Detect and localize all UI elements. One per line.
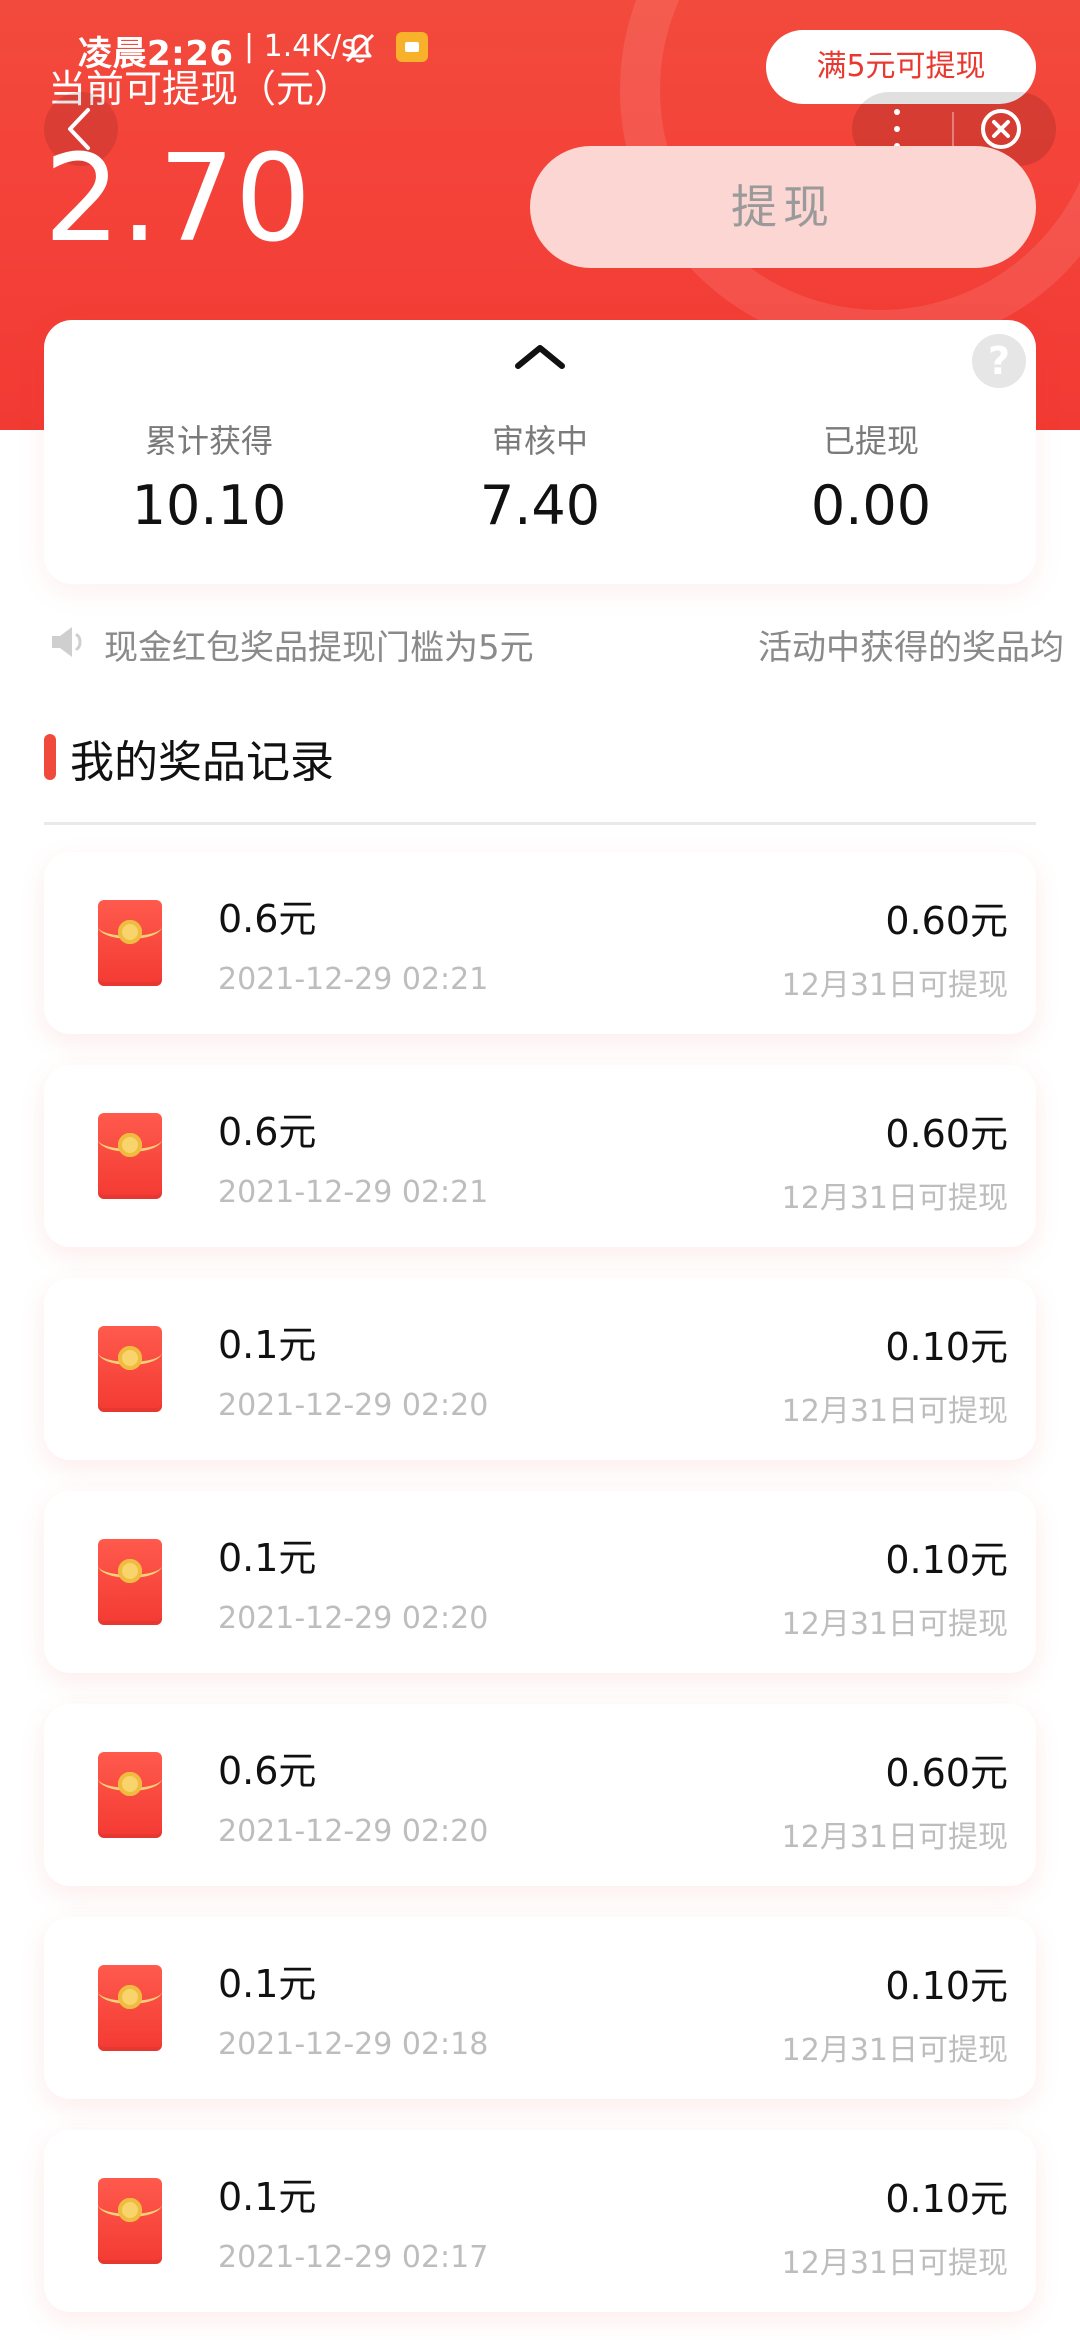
- record-amount: 0.10元: [885, 1538, 1008, 1582]
- record-time: 2021-12-29 02:21: [218, 962, 489, 997]
- stat-label: 累计获得: [144, 422, 273, 460]
- notice-marquee: 现金红包奖品提现门槛为5元 活动中获得的奖品均: [48, 614, 1080, 670]
- record-available-date: 12月31日可提现: [781, 2033, 1008, 2068]
- question-circle-icon[interactable]: ?: [972, 334, 1026, 388]
- stat-value: 7.40: [479, 474, 601, 537]
- record-item[interactable]: 0.1元 2021-12-29 02:17 0.10元 12月31日可提现: [44, 2130, 1036, 2312]
- record-item[interactable]: 0.1元 2021-12-29 02:18 0.10元 12月31日可提现: [44, 1917, 1036, 2099]
- stat-value: 10.10: [131, 474, 287, 537]
- summary-card: ? 累计获得 10.10 审核中 7.40 已提现 0.00: [44, 320, 1036, 584]
- section-divider: [44, 822, 1036, 825]
- stat-total-earned: 累计获得 10.10: [44, 416, 374, 537]
- message-icon: [396, 32, 428, 62]
- record-title: 0.1元: [218, 1323, 317, 1367]
- balance-amount: 2.70: [44, 130, 312, 269]
- withdraw-button[interactable]: 提现: [530, 146, 1036, 268]
- record-amount: 0.60元: [885, 1112, 1008, 1156]
- record-time: 2021-12-29 02:20: [218, 1388, 489, 1423]
- record-available-date: 12月31日可提现: [781, 1181, 1008, 1216]
- record-title: 0.1元: [218, 1962, 317, 2006]
- record-amount: 0.10元: [885, 2177, 1008, 2221]
- record-amount: 0.60元: [885, 1751, 1008, 1795]
- section-title: 我的奖品记录: [70, 737, 334, 788]
- stat-under-review: 审核中 7.40: [375, 416, 705, 537]
- section-accent-bar: [44, 734, 56, 780]
- red-envelope-icon: [98, 2178, 162, 2264]
- record-item[interactable]: 0.1元 2021-12-29 02:20 0.10元 12月31日可提现: [44, 1278, 1036, 1460]
- notice-text: 活动中获得的奖品均: [758, 628, 1064, 668]
- record-amount: 0.60元: [885, 899, 1008, 943]
- record-amount: 0.10元: [885, 1325, 1008, 1369]
- record-available-date: 12月31日可提现: [781, 2246, 1008, 2281]
- record-time: 2021-12-29 02:21: [218, 1175, 489, 1210]
- red-envelope-icon: [98, 1752, 162, 1838]
- close-circle-icon[interactable]: [978, 106, 1024, 152]
- record-time: 2021-12-29 02:20: [218, 1814, 489, 1849]
- red-envelope-icon: [98, 1539, 162, 1625]
- stat-label: 已提现: [822, 422, 919, 460]
- speaker-icon: [52, 627, 82, 657]
- record-item[interactable]: 0.6元 2021-12-29 02:20 0.60元 12月31日可提现: [44, 1704, 1036, 1886]
- record-title: 0.1元: [218, 2175, 317, 2219]
- record-available-date: 12月31日可提现: [781, 968, 1008, 1003]
- record-amount: 0.10元: [885, 1964, 1008, 2008]
- red-envelope-icon: [98, 1326, 162, 1412]
- record-title: 0.6元: [218, 1110, 317, 1154]
- notice-text: 现金红包奖品提现门槛为5元: [104, 628, 534, 668]
- record-available-date: 12月31日可提现: [781, 1607, 1008, 1642]
- record-item[interactable]: 0.1元 2021-12-29 02:20 0.10元 12月31日可提现: [44, 1491, 1036, 1673]
- record-item[interactable]: 0.6元 2021-12-29 02:21 0.60元 12月31日可提现: [44, 852, 1036, 1034]
- stat-value: 0.00: [810, 474, 932, 537]
- red-envelope-icon: [98, 1965, 162, 2051]
- record-available-date: 12月31日可提现: [781, 1820, 1008, 1855]
- record-time: 2021-12-29 02:18: [218, 2027, 489, 2062]
- stat-withdrawn: 已提现 0.00: [706, 416, 1036, 537]
- stat-label: 审核中: [491, 422, 588, 460]
- red-envelope-icon: [98, 900, 162, 986]
- record-title: 0.6元: [218, 897, 317, 941]
- chevron-up-icon[interactable]: [514, 342, 566, 372]
- record-title: 0.6元: [218, 1749, 317, 1793]
- record-title: 0.1元: [218, 1536, 317, 1580]
- capsule-divider: [952, 112, 954, 146]
- red-envelope-icon: [98, 1113, 162, 1199]
- record-time: 2021-12-29 02:17: [218, 2240, 489, 2275]
- record-available-date: 12月31日可提现: [781, 1394, 1008, 1429]
- record-item[interactable]: 0.6元 2021-12-29 02:21 0.60元 12月31日可提现: [44, 1065, 1036, 1247]
- record-time: 2021-12-29 02:20: [218, 1601, 489, 1636]
